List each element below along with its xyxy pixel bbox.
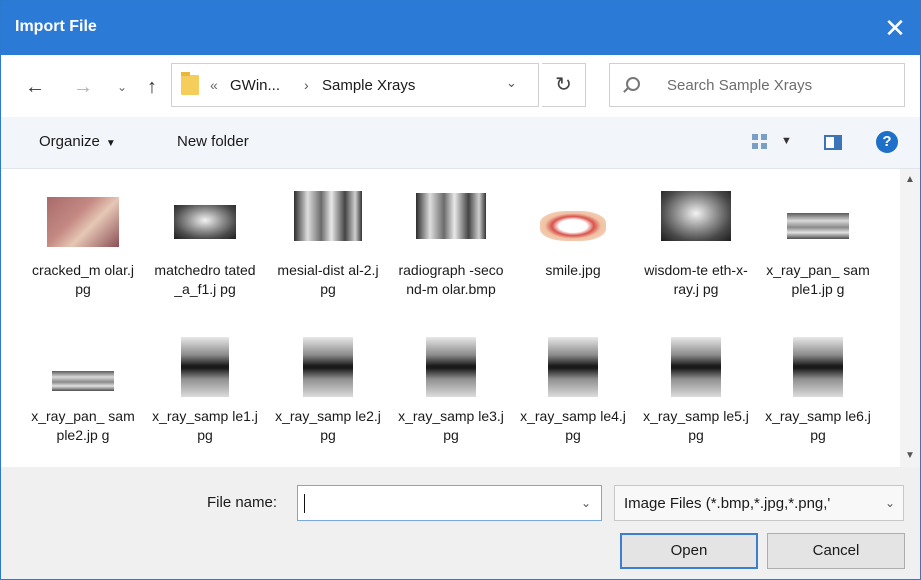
file-item[interactable]: x_ray_samp le2.jpg <box>269 337 387 445</box>
folder-icon <box>181 72 199 95</box>
file-name-label: File name: <box>207 494 278 511</box>
address-dropdown-chevron-icon[interactable]: ⌄ <box>506 75 517 91</box>
thumbnail-frame <box>514 191 632 253</box>
file-item[interactable]: x_ray_samp le4.jpg <box>514 337 632 445</box>
open-button[interactable]: Open <box>620 533 758 569</box>
file-name-label: x_ray_samp le4.jpg <box>520 408 626 443</box>
thumbnail-frame <box>759 191 877 253</box>
recent-locations-chevron-icon[interactable]: ⌄ <box>108 73 136 101</box>
preview-pane-icon[interactable] <box>824 135 842 150</box>
xray-thumbnail-icon <box>426 337 476 397</box>
view-options-caret-icon[interactable]: ▼ <box>781 135 792 147</box>
file-name-label: radiograph -second-m olar.bmp <box>398 262 504 297</box>
address-overflow-chevrons[interactable]: « <box>210 77 218 93</box>
organize-label: Organize <box>39 133 100 150</box>
import-file-dialog: Import File ✕ ← → ⌄ ↑ « GWin... › Sample… <box>0 0 921 580</box>
thumbnail-frame <box>392 337 510 399</box>
xray-thumbnail-icon <box>548 337 598 397</box>
organize-caret-icon: ▼ <box>105 138 116 149</box>
scroll-up-arrow-icon[interactable]: ▲ <box>900 171 920 189</box>
file-name-label: x_ray_samp le6.jpg <box>765 408 871 443</box>
thumbnail-frame <box>514 337 632 399</box>
up-folder-arrow-icon[interactable]: ↑ <box>138 73 166 101</box>
file-type-dropdown-icon[interactable]: ⌄ <box>885 496 895 510</box>
file-name-label: x_ray_samp le5.jpg <box>643 408 749 443</box>
cancel-button[interactable]: Cancel <box>767 533 905 569</box>
command-toolbar: Organize ▼ New folder ▼ ? <box>1 117 920 169</box>
xray-thumbnail-icon <box>303 337 353 397</box>
search-icon <box>626 77 640 91</box>
xray-thumbnail-icon <box>181 337 229 397</box>
thumbnail-frame <box>392 191 510 253</box>
title-bar: Import File ✕ <box>1 1 920 55</box>
file-item[interactable]: x_ray_pan_ sample1.jp g <box>759 191 877 299</box>
file-item[interactable]: x_ray_samp le6.jpg <box>759 337 877 445</box>
breadcrumb-separator-icon[interactable]: › <box>304 77 309 93</box>
file-name-label: wisdom-te eth-x-ray.j pg <box>644 262 748 297</box>
file-item[interactable]: x_ray_samp le3.jpg <box>392 337 510 445</box>
file-name-label: x_ray_samp le3.jpg <box>398 408 504 443</box>
thumbnail-frame <box>637 191 755 253</box>
navigation-bar: ← → ⌄ ↑ « GWin... › Sample Xrays ⌄ ↻ Sea… <box>1 55 920 117</box>
close-icon[interactable]: ✕ <box>880 13 910 43</box>
thumbnail-frame <box>146 191 264 253</box>
file-name-label: matchedro tated_a_f1.j pg <box>154 262 256 297</box>
scroll-down-arrow-icon[interactable]: ▼ <box>900 447 920 465</box>
thumbnail-frame <box>637 337 755 399</box>
help-icon[interactable]: ? <box>876 131 898 153</box>
file-name-input[interactable]: ⌄ <box>297 485 602 521</box>
photo-thumbnail-icon <box>47 197 119 247</box>
thumbnail-frame <box>269 191 387 253</box>
organize-button[interactable]: Organize ▼ <box>39 133 116 150</box>
thumbnail-frame <box>24 191 142 253</box>
thumbnail-frame <box>269 337 387 399</box>
thumbnail-frame <box>24 337 142 399</box>
forward-arrow-icon[interactable]: → <box>69 73 97 101</box>
breadcrumb-sample-xrays[interactable]: Sample Xrays <box>322 77 415 94</box>
search-placeholder: Search Sample Xrays <box>667 77 813 94</box>
view-options-icon[interactable] <box>752 134 768 150</box>
file-name-label: cracked_m olar.jpg <box>32 262 134 297</box>
dialog-footer: File name: ⌄ Image Files (*.bmp,*.jpg,*.… <box>1 467 920 579</box>
text-cursor <box>304 494 305 513</box>
xray-thumbnail-icon <box>671 337 721 397</box>
file-list-area: cracked_m olar.jpg matchedro tated_a_f1.j… <box>1 169 920 467</box>
file-name-label: smile.jpg <box>545 262 601 278</box>
file-item[interactable]: smile.jpg <box>514 191 632 280</box>
xray-thumbnail-icon <box>787 213 849 239</box>
file-item[interactable]: mesial-dist al-2.jpg <box>269 191 387 299</box>
file-name-label: x_ray_pan_ sample1.jp g <box>766 262 870 297</box>
dialog-title: Import File <box>15 18 97 35</box>
file-name-label: mesial-dist al-2.jpg <box>277 262 379 297</box>
vertical-scrollbar[interactable]: ▲ ▼ <box>900 169 920 467</box>
breadcrumb-gwin[interactable]: GWin... <box>230 77 280 94</box>
xray-thumbnail-icon <box>52 371 114 391</box>
file-type-filter-select[interactable]: Image Files (*.bmp,*.jpg,*.png,' ⌄ <box>614 485 904 521</box>
file-type-filter-value: Image Files (*.bmp,*.jpg,*.png,' <box>624 495 831 512</box>
back-arrow-icon[interactable]: ← <box>21 73 49 101</box>
file-item[interactable]: x_ray_pan_ sample2.jp g <box>24 337 142 445</box>
refresh-icon[interactable]: ↻ <box>542 63 586 107</box>
file-item[interactable]: matchedro tated_a_f1.j pg <box>146 191 264 299</box>
photo-thumbnail-icon <box>540 211 606 241</box>
xray-thumbnail-icon <box>793 337 843 397</box>
file-item[interactable]: x_ray_samp le1.jpg <box>146 337 264 445</box>
file-name-label: x_ray_samp le2.jpg <box>275 408 381 443</box>
file-name-dropdown-icon[interactable]: ⌄ <box>581 496 591 510</box>
file-item[interactable]: radiograph -second-m olar.bmp <box>392 191 510 299</box>
file-name-label: x_ray_pan_ sample2.jp g <box>31 408 135 443</box>
xray-thumbnail-icon <box>294 191 362 241</box>
xray-thumbnail-icon <box>174 205 236 239</box>
xray-thumbnail-icon <box>416 193 486 239</box>
file-name-label: x_ray_samp le1.jpg <box>152 408 258 443</box>
file-item[interactable]: cracked_m olar.jpg <box>24 191 142 299</box>
search-input[interactable]: Search Sample Xrays <box>609 63 905 107</box>
xray-thumbnail-icon <box>661 191 731 241</box>
thumbnail-frame <box>759 337 877 399</box>
address-bar[interactable]: « GWin... › Sample Xrays ⌄ <box>171 63 539 107</box>
file-item[interactable]: wisdom-te eth-x-ray.j pg <box>637 191 755 299</box>
file-item[interactable]: x_ray_samp le5.jpg <box>637 337 755 445</box>
new-folder-button[interactable]: New folder <box>177 133 249 150</box>
thumbnail-frame <box>146 337 264 399</box>
